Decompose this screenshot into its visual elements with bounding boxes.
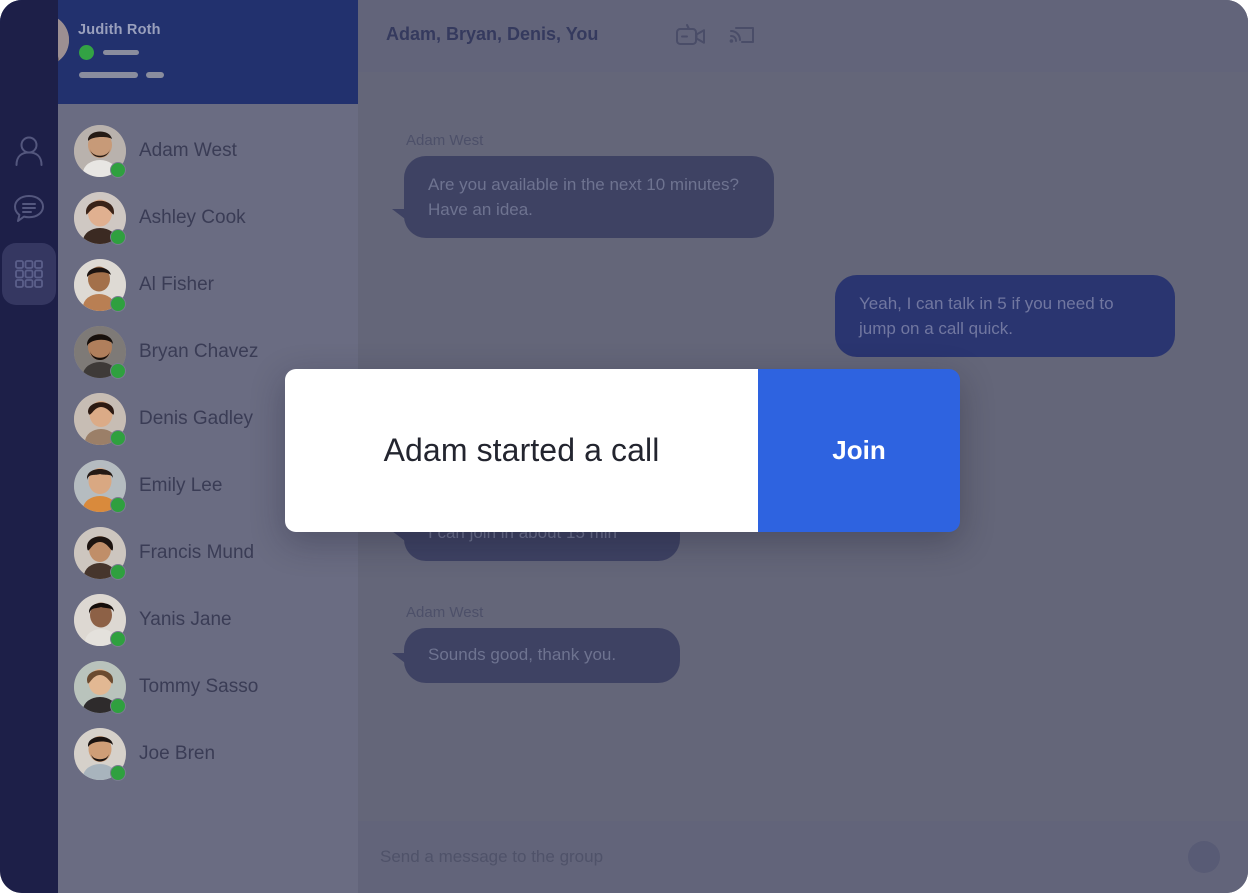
nav-item-apps[interactable] (4, 248, 54, 300)
contact-name: Adam West (139, 140, 237, 161)
status-badge (110, 430, 126, 446)
bubble-tail (392, 531, 409, 544)
status-badge (110, 162, 126, 178)
message-input-placeholder[interactable]: Send a message to the group (380, 847, 603, 867)
incoming-call-modal: Adam started a call Join (285, 369, 960, 532)
status-badge (110, 631, 126, 647)
message-bubble: Sounds good, thank you. (404, 628, 680, 683)
join-call-button-label: Join (832, 435, 886, 465)
message-sender: Adam West (406, 132, 484, 149)
profile-skeleton-line (79, 72, 138, 78)
status-badge (110, 296, 126, 312)
contact-list-item[interactable]: Tommy Sasso (58, 654, 358, 721)
contact-list-item[interactable]: Yanis Jane (58, 587, 358, 654)
contact-name: Ashley Cook (139, 207, 246, 228)
message-bubble: Yeah, I can talk in 5 if you need to jum… (835, 275, 1175, 357)
profile-skeleton-line (103, 50, 139, 55)
contact-name: Joe Bren (139, 743, 216, 764)
join-call-button[interactable]: Join (758, 369, 960, 532)
contact-list-item[interactable]: Al Fisher (58, 252, 358, 319)
profile-skeleton-line (146, 72, 164, 78)
status-badge (110, 363, 126, 379)
grid-apps-icon (13, 258, 45, 290)
contact-list-item[interactable]: Joe Bren (58, 721, 358, 788)
contact-list-item[interactable]: Adam West (58, 118, 358, 185)
contact-name: Tommy Sasso (139, 676, 259, 697)
status-badge (110, 564, 126, 580)
profile-name: Judith Roth (78, 22, 161, 38)
message-composer[interactable]: Send a message to the group (358, 821, 1248, 893)
navigation-rail (0, 0, 58, 893)
contact-name: Bryan Chavez (139, 341, 259, 362)
call-modal-message-area: Adam started a call (285, 369, 758, 532)
bubble-tail (392, 653, 409, 666)
nav-item-chats[interactable] (4, 182, 54, 234)
status-badge (110, 765, 126, 781)
contact-name: Emily Lee (139, 475, 223, 496)
chat-header: Adam, Bryan, Denis, You (358, 0, 1248, 72)
message-sender: Adam West (406, 604, 484, 621)
contact-name: Yanis Jane (139, 609, 232, 630)
status-badge (110, 229, 126, 245)
status-badge (110, 698, 126, 714)
nav-item-contacts[interactable] (4, 125, 54, 177)
person-icon (12, 134, 46, 168)
contact-name: Francis Mund (139, 542, 255, 563)
chat-title: Adam, Bryan, Denis, You (386, 24, 599, 44)
chat-bubble-icon (12, 191, 46, 225)
video-camera-icon[interactable] (676, 22, 706, 50)
status-badge (110, 497, 126, 513)
send-button-icon[interactable] (1188, 841, 1220, 873)
chat-application-window: Judith Roth Adam West Ashley Cook Al Fis… (0, 0, 1248, 893)
message-bubble: Are you available in the next 10 minutes… (404, 156, 774, 238)
bubble-tail (1158, 328, 1175, 341)
contact-list-item[interactable]: Ashley Cook (58, 185, 358, 252)
screencast-icon[interactable] (728, 22, 758, 50)
contact-name: Denis Gadley (139, 408, 254, 429)
status-badge (79, 45, 94, 60)
contact-name: Al Fisher (139, 274, 214, 295)
call-modal-message: Adam started a call (383, 432, 660, 468)
bubble-tail (392, 209, 409, 222)
